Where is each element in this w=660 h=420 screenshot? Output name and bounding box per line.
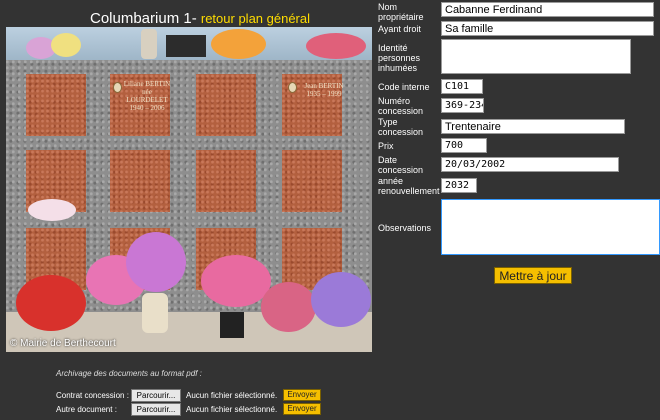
flower-pot <box>311 272 371 327</box>
portrait-medallion <box>113 82 122 93</box>
upload-row-contract: Contrat concession : Parcourir... Aucun … <box>0 389 660 403</box>
niche <box>282 150 342 212</box>
photo-copyright: © Mairie de Berthecourt <box>10 338 116 349</box>
title-text: Columbarium 1- <box>90 10 201 27</box>
owner-label: Nom propriétaire <box>378 2 424 22</box>
flower-pot <box>211 29 266 59</box>
renewal-year-label: année renouvellement <box>378 176 440 196</box>
concession-date-label: Date concession <box>378 155 424 175</box>
file-status: Aucun fichier sélectionné. <box>186 405 278 414</box>
plaque-right: Jean BERTIN 1935 – 1999 <box>302 82 346 98</box>
vase <box>142 293 168 333</box>
flower-pot <box>126 232 186 292</box>
columbarium-photo: Liliane BERTIN née LOURDELET 1940 – 2006… <box>6 27 372 352</box>
plaque-left-text: Liliane BERTIN née LOURDELET 1940 – 2006 <box>123 80 171 112</box>
vase <box>141 29 157 59</box>
niche <box>110 150 170 212</box>
internal-code-field[interactable]: C101 <box>441 79 483 94</box>
price-field[interactable]: 700 <box>441 138 487 153</box>
right-holder-field[interactable]: Sa famille <box>441 21 654 36</box>
concession-date-field[interactable]: 20/03/2002 <box>441 157 619 172</box>
send-button[interactable]: Envoyer <box>283 389 321 401</box>
plaque-right-text: Jean BERTIN 1935 – 1999 <box>304 82 344 98</box>
pot <box>220 312 244 338</box>
flower-pot <box>306 33 366 59</box>
identity-textarea[interactable] <box>441 39 631 74</box>
observations-label: Observations <box>378 223 432 233</box>
niche <box>26 74 86 136</box>
memorial-plaque <box>166 35 206 57</box>
concession-number-label: Numéro concession <box>378 96 424 116</box>
concession-type-label: Type concession <box>378 117 424 137</box>
upload-label: Autre document : <box>56 405 117 414</box>
update-button[interactable]: Mettre à jour <box>494 267 572 284</box>
right-holder-label: Ayant droit <box>378 24 421 34</box>
browse-button[interactable]: Parcourir... <box>131 389 181 402</box>
browse-button[interactable]: Parcourir... <box>131 403 181 416</box>
flower-pot <box>261 282 316 332</box>
flower-pot <box>201 255 271 307</box>
concession-type-field[interactable]: Trentenaire <box>441 119 625 134</box>
send-button[interactable]: Envoyer <box>283 403 321 415</box>
price-label: Prix <box>378 141 394 151</box>
renewal-year-field[interactable]: 2032 <box>441 178 477 193</box>
plaque-left: Liliane BERTIN née LOURDELET 1940 – 2006 <box>122 80 172 112</box>
page-title: Columbarium 1- retour plan général <box>90 10 310 27</box>
niche <box>196 74 256 136</box>
identity-label: Identité personnes inhumées <box>378 43 421 73</box>
portrait-medallion <box>288 82 297 93</box>
flower-pot <box>16 275 86 331</box>
niche <box>196 150 256 212</box>
archive-intro: Archivage des documents au format pdf : <box>56 369 202 378</box>
flower-pot <box>51 33 81 57</box>
flower-bouquet <box>28 199 76 221</box>
concession-number-field[interactable]: 369-234 <box>441 98 484 113</box>
file-status: Aucun fichier sélectionné. <box>186 391 278 400</box>
owner-field[interactable]: Cabanne Ferdinand <box>441 2 654 17</box>
upload-row-other: Autre document : Parcourir... Aucun fich… <box>0 403 660 417</box>
back-to-plan-link[interactable]: retour plan général <box>201 11 310 26</box>
observations-textarea[interactable] <box>441 199 660 255</box>
internal-code-label: Code interne <box>378 82 430 92</box>
upload-label: Contrat concession : <box>56 391 129 400</box>
